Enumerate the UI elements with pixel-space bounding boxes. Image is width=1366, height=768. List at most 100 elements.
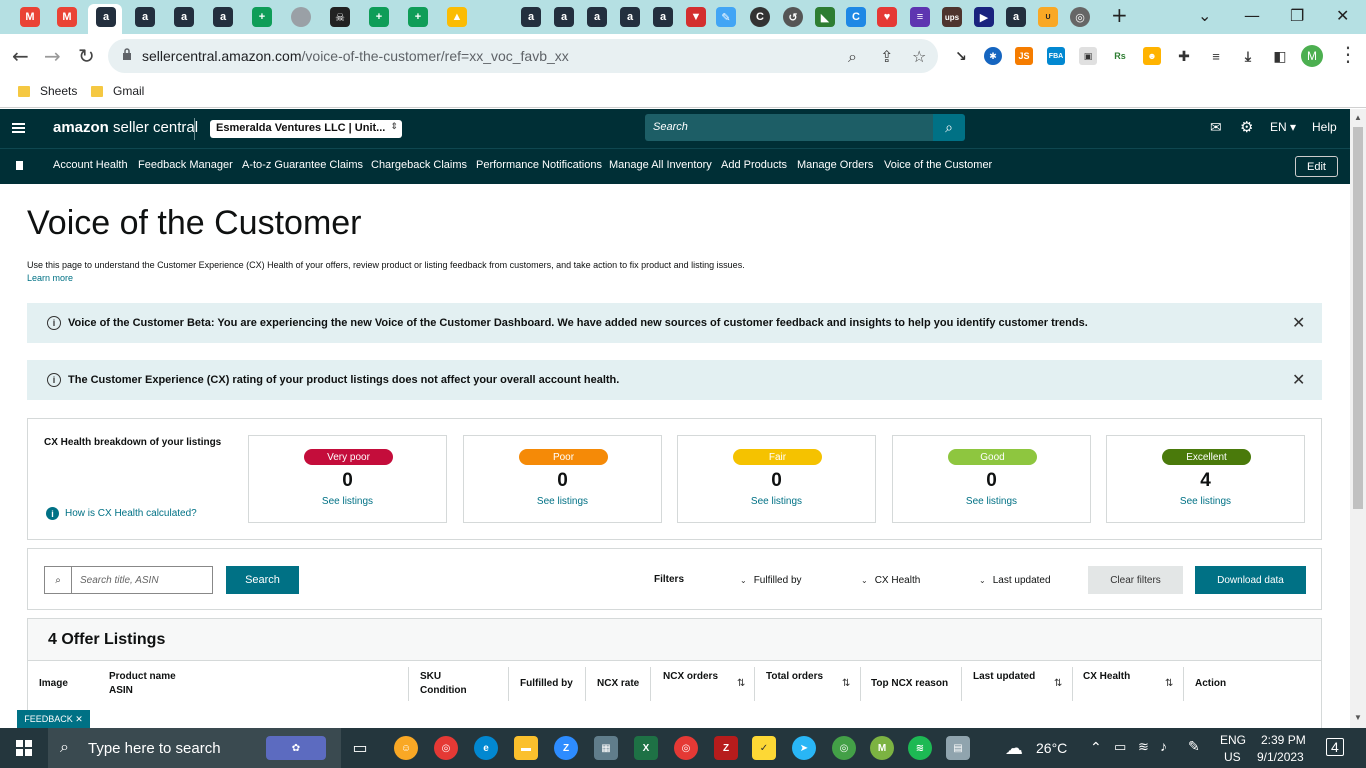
spotify-icon[interactable]: ≋ xyxy=(908,736,932,760)
list-tab-icon[interactable]: ≡ xyxy=(910,7,930,27)
profile-avatar[interactable]: M xyxy=(1301,45,1323,67)
mail-icon[interactable]: ✉ xyxy=(1210,119,1222,136)
download-data-button[interactable]: Download data xyxy=(1195,566,1306,594)
filezilla-icon[interactable]: Z xyxy=(714,736,738,760)
amazon-tab-icon[interactable]: a xyxy=(135,7,155,27)
minimize-icon[interactable]: — xyxy=(1244,6,1260,25)
page-scrollbar[interactable]: ▲ ▼ xyxy=(1350,109,1366,728)
bookmark-sheets[interactable]: Sheets xyxy=(18,84,77,98)
download-icon[interactable]: ⤓ xyxy=(1239,47,1257,65)
scroll-thumb[interactable] xyxy=(1353,127,1363,509)
close-window-icon[interactable]: ✕ xyxy=(1336,6,1349,25)
col-last-updated[interactable]: Last updated xyxy=(973,670,1035,684)
close-icon[interactable]: ✕ xyxy=(1292,370,1305,389)
flowers-widget-icon[interactable]: ✿ xyxy=(266,736,326,760)
volume-icon[interactable]: ♪ xyxy=(1160,738,1167,754)
task-view-icon[interactable]: ▭ xyxy=(348,736,372,760)
listing-search-input[interactable]: ⌕ Search title, ASIN xyxy=(44,566,213,594)
scroll-down-icon[interactable]: ▼ xyxy=(1354,713,1362,722)
amazon-tab-icon[interactable]: a xyxy=(521,7,541,27)
see-listings-link[interactable]: See listings xyxy=(249,496,446,507)
extension-cat-icon[interactable]: ☻ xyxy=(1143,47,1161,65)
amazon-tab-icon[interactable]: a xyxy=(1006,7,1026,27)
col-product-name[interactable]: Product name ASIN xyxy=(109,670,176,698)
see-listings-link[interactable]: See listings xyxy=(464,496,661,507)
close-icon[interactable]: ✕ xyxy=(1292,313,1305,332)
restore-icon[interactable]: ❐ xyxy=(1290,6,1304,25)
clock-date[interactable]: 9/1/2023 xyxy=(1257,750,1304,764)
new-tab-icon[interactable]: + xyxy=(1111,3,1128,27)
nav-chargeback-claims[interactable]: Chargeback Claims xyxy=(371,159,467,171)
uline-tab-icon[interactable]: U xyxy=(1038,7,1058,27)
heart-tab-icon[interactable]: ♥ xyxy=(877,7,897,27)
chrome-taskbar-icon[interactable]: ◎ xyxy=(434,736,458,760)
address-bar[interactable]: sellercentral.amazon.com/voice-of-the-cu… xyxy=(108,39,938,73)
ups-tab-icon[interactable]: ups xyxy=(942,7,962,27)
sheets-tab-icon[interactable]: + xyxy=(408,7,428,27)
amazon-tab-icon[interactable]: a xyxy=(174,7,194,27)
nav-feedback-manager[interactable]: Feedback Manager xyxy=(138,159,233,171)
blue-c-tab-icon[interactable]: C xyxy=(846,7,866,27)
learn-more-link[interactable]: Learn more xyxy=(27,273,73,283)
col-sku[interactable]: SKU Condition xyxy=(420,670,467,698)
history-tab-icon[interactable]: ↺ xyxy=(783,7,803,27)
bookmark-icon[interactable] xyxy=(16,161,23,170)
nav-add-products[interactable]: Add Products xyxy=(721,159,787,171)
extension-gear-icon[interactable]: ✱ xyxy=(984,47,1002,65)
col-cx-health[interactable]: CX Health xyxy=(1083,670,1130,684)
extension-fba-icon[interactable]: FBA xyxy=(1047,47,1065,65)
tab-search-chevron-icon[interactable]: ⌄ xyxy=(1198,6,1211,25)
bookmark-gmail[interactable]: Gmail xyxy=(91,84,144,98)
settings-gear-icon[interactable]: ⚙ xyxy=(1240,118,1253,136)
sort-icon[interactable]: ⇅ xyxy=(737,678,745,689)
edge-taskbar-icon[interactable]: e xyxy=(474,736,498,760)
app-character-icon[interactable]: ☺ xyxy=(394,736,418,760)
sheets-tab-icon[interactable]: + xyxy=(252,7,272,27)
reload-icon[interactable]: ↻ xyxy=(78,44,95,68)
weather-temp[interactable]: 26°C xyxy=(1036,740,1067,756)
extension-js-icon[interactable]: JS xyxy=(1015,47,1033,65)
colorful-tab-icon[interactable]: ✎ xyxy=(716,7,736,27)
notifications-icon[interactable]: 4 xyxy=(1326,738,1344,756)
scroll-up-icon[interactable]: ▲ xyxy=(1354,113,1362,122)
battery-icon[interactable]: ▭ xyxy=(1114,739,1126,755)
notepad-icon[interactable]: ▤ xyxy=(946,736,970,760)
generic-tab-icon[interactable] xyxy=(291,7,311,27)
extension-arrow-icon[interactable]: ↘ xyxy=(952,47,970,65)
bookmark-star-icon[interactable]: ☆ xyxy=(912,47,926,66)
back-icon[interactable]: ← xyxy=(12,44,29,68)
chrome-profile-icon[interactable]: ◎ xyxy=(674,736,698,760)
feedback-button[interactable]: FEEDBACK ✕ xyxy=(17,710,90,728)
amazon-tab-icon[interactable]: a xyxy=(587,7,607,27)
last-updated-dropdown[interactable]: ⌄ Last updated xyxy=(979,575,1051,586)
seller-central-logo[interactable]: amazon seller central xyxy=(53,119,198,136)
hamburger-menu-icon[interactable] xyxy=(12,123,25,133)
gmail-tab-icon[interactable]: M xyxy=(57,7,77,27)
nav-performance-notifications[interactable]: Performance Notifications xyxy=(476,159,602,171)
nav-voice-of-customer[interactable]: Voice of the Customer xyxy=(884,159,992,171)
nav-account-health[interactable]: Account Health xyxy=(53,159,128,171)
nav-manage-orders[interactable]: Manage Orders xyxy=(797,159,873,171)
calculator-icon[interactable]: ▦ xyxy=(594,736,618,760)
col-total-orders[interactable]: Total orders xyxy=(766,670,823,684)
weather-icon[interactable]: ☁ xyxy=(1002,736,1026,760)
fulfilled-by-dropdown[interactable]: ⌄ Fulfilled by xyxy=(740,575,802,586)
nav-manage-inventory[interactable]: Manage All Inventory xyxy=(609,159,712,171)
clear-filters-button[interactable]: Clear filters xyxy=(1088,566,1183,594)
sheets-tab-icon[interactable]: + xyxy=(369,7,389,27)
excel-icon[interactable]: X xyxy=(634,736,658,760)
see-listings-link[interactable]: See listings xyxy=(893,496,1090,507)
amazon-tab-icon[interactable]: a xyxy=(653,7,673,27)
wifi-icon[interactable]: ≋ xyxy=(1138,739,1149,755)
account-selector[interactable]: Esmeralda Ventures LLC | Unit... ⇕ xyxy=(210,120,402,138)
extension-rs-icon[interactable]: Rs xyxy=(1111,47,1129,65)
see-listings-link[interactable]: See listings xyxy=(678,496,875,507)
chrome-profile-icon[interactable]: ◎ xyxy=(832,736,856,760)
pen-icon[interactable]: ✎ xyxy=(1188,738,1200,755)
browser-menu-icon[interactable]: ⋮ xyxy=(1338,42,1358,66)
media-icon[interactable]: ≡ xyxy=(1207,47,1225,65)
amazon-tab-icon[interactable]: a xyxy=(213,7,233,27)
col-ncx-orders[interactable]: NCX orders xyxy=(663,670,718,684)
sort-icon[interactable]: ⇅ xyxy=(842,678,850,689)
windows-start-icon[interactable] xyxy=(16,740,32,756)
